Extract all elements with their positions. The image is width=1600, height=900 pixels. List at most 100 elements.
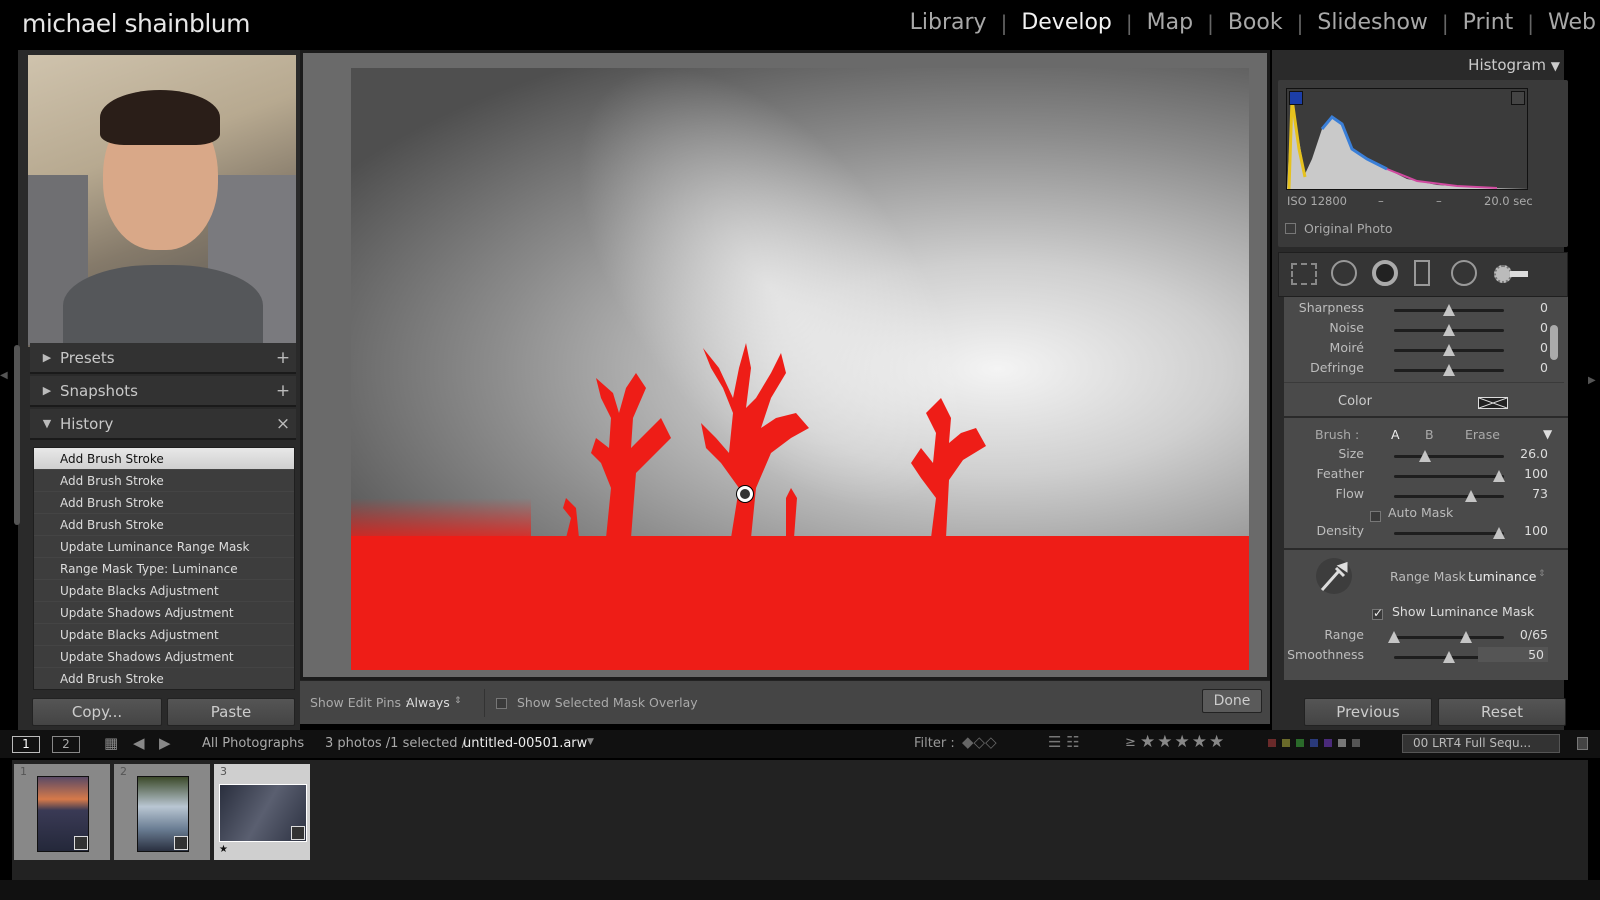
copy-button[interactable]: Copy... <box>32 698 162 726</box>
slider-value[interactable]: 0 <box>1478 300 1548 315</box>
spot-removal-icon[interactable] <box>1331 260 1357 286</box>
module-print[interactable]: Print <box>1449 10 1528 35</box>
edit-pin-icon[interactable] <box>737 486 753 502</box>
module-web[interactable]: Web <box>1534 10 1600 35</box>
histogram-graph[interactable] <box>1286 88 1529 190</box>
history-item[interactable]: Add Brush Stroke <box>34 492 294 514</box>
history-item[interactable]: Add Brush Stroke <box>34 514 294 536</box>
add-snapshot-icon[interactable]: + <box>270 381 296 401</box>
slider-value[interactable]: 73 <box>1478 486 1548 501</box>
rating-filter-stars[interactable]: ★★★★★ <box>1140 732 1226 752</box>
slider-thumb[interactable] <box>1443 304 1455 316</box>
slider-feather: Feather 100 <box>1284 466 1564 486</box>
slider-smoothness: Smoothness 50 <box>1284 647 1564 667</box>
slider-thumb[interactable] <box>1418 450 1431 462</box>
left-panel-toggle-icon[interactable]: ◀ <box>0 370 8 390</box>
slider-value[interactable]: 100 <box>1478 523 1548 538</box>
identity-plate: michael shainblum <box>22 9 250 38</box>
filter-preset-select[interactable]: 00 LRT4 Full Sequ... <box>1402 734 1560 753</box>
done-button[interactable]: Done <box>1202 689 1262 713</box>
history-item[interactable]: Add Brush Stroke <box>34 470 294 492</box>
paste-button[interactable]: Paste <box>167 698 295 726</box>
edit-filter-icon[interactable]: ☰ ☷ <box>1048 733 1080 751</box>
history-item[interactable]: Update Shadows Adjustment <box>34 602 294 624</box>
module-map[interactable]: Map <box>1133 10 1207 35</box>
original-photo-checkbox[interactable] <box>1285 221 1296 235</box>
filmstrip-thumbnail-selected[interactable]: 3 ★ <box>214 764 310 860</box>
previous-button[interactable]: Previous <box>1304 698 1432 726</box>
color-label-filters[interactable] <box>1268 739 1372 749</box>
slider-value[interactable]: 0 <box>1478 360 1548 375</box>
module-picker: Library | Develop | Map | Book | Slideshow | … <box>896 10 1600 35</box>
reset-button[interactable]: Reset <box>1438 698 1566 726</box>
auto-mask-checkbox[interactable] <box>1370 506 1381 525</box>
history-panel-header[interactable]: ▼ History × <box>30 409 296 440</box>
filter-lock-icon[interactable] <box>1577 737 1588 750</box>
brush-erase-tab[interactable]: Erase <box>1465 427 1500 442</box>
secondary-window-button[interactable]: 2 <box>52 736 80 753</box>
slider-value[interactable]: 50 <box>1478 647 1548 662</box>
history-item[interactable]: Update Luminance Range Mask <box>34 536 294 558</box>
right-panel-toggle-icon[interactable]: ▶ <box>1588 375 1596 386</box>
slider-thumb[interactable] <box>1443 364 1455 376</box>
slider-value[interactable]: 0 <box>1478 320 1548 335</box>
history-item[interactable]: Update Blacks Adjustment <box>34 624 294 646</box>
back-arrow-icon[interactable]: ◀ <box>133 734 145 752</box>
brush-collapse-icon[interactable]: ▼ <box>1543 427 1552 441</box>
module-library[interactable]: Library <box>896 10 1001 35</box>
flag-filters-icon[interactable]: ◆◇◇ <box>962 733 997 751</box>
develop-badge-icon <box>174 836 188 850</box>
snapshots-panel-header[interactable]: ▶ Snapshots + <box>30 376 296 407</box>
mask-overlay-checkbox[interactable] <box>496 695 507 710</box>
slider-label: Noise <box>1329 320 1364 335</box>
crop-overlay-icon[interactable] <box>1291 263 1317 285</box>
source-label[interactable]: All Photographs <box>202 736 304 751</box>
add-preset-icon[interactable]: + <box>270 348 296 368</box>
radial-filter-icon[interactable] <box>1451 260 1477 286</box>
slider-thumb[interactable] <box>1465 490 1477 502</box>
forward-arrow-icon[interactable]: ▶ <box>159 734 171 752</box>
filename[interactable]: untitled-00501.arw <box>463 736 587 751</box>
histogram-header[interactable]: Histogram ▼ <box>1280 50 1570 80</box>
history-item[interactable]: Add Brush Stroke <box>34 668 294 689</box>
grid-view-icon[interactable]: ▦ <box>104 734 118 752</box>
history-item[interactable]: Update Blacks Adjustment <box>34 580 294 602</box>
brush-b-tab[interactable]: B <box>1425 427 1434 442</box>
module-develop[interactable]: Develop <box>1007 10 1126 35</box>
range-mask-select[interactable]: Luminance <box>1468 569 1536 584</box>
filmstrip-thumbnail[interactable]: 2 <box>114 764 210 860</box>
shadow-clipping-icon[interactable] <box>1289 91 1303 105</box>
module-book[interactable]: Book <box>1214 10 1297 35</box>
left-scrollbar[interactable] <box>14 345 20 525</box>
slider-label: Density <box>1316 523 1364 538</box>
brush-a-tab[interactable]: A <box>1391 427 1400 442</box>
presets-panel-header[interactable]: ▶ Presets + <box>30 343 296 374</box>
show-luminance-mask-checkbox[interactable]: ✓ <box>1372 604 1383 623</box>
slider-thumb[interactable] <box>1443 651 1455 663</box>
highlight-clipping-icon[interactable] <box>1511 91 1525 105</box>
filmstrip-thumbnail[interactable]: 1 <box>14 764 110 860</box>
select-arrows-icon: ⇕ <box>454 696 462 706</box>
edit-pins-select[interactable]: Always <box>406 695 450 710</box>
slider-value[interactable]: 0 <box>1478 340 1548 355</box>
module-slideshow[interactable]: Slideshow <box>1303 10 1442 35</box>
develop-badge-icon <box>291 826 305 840</box>
slider-thumb[interactable] <box>1443 344 1455 356</box>
slider-thumb[interactable] <box>1443 324 1455 336</box>
slider-flow: Flow 73 <box>1284 486 1564 506</box>
clear-history-icon[interactable]: × <box>270 414 296 434</box>
range-high-thumb[interactable] <box>1459 631 1472 643</box>
history-item[interactable]: Add Brush Stroke <box>34 448 294 470</box>
adjustment-brush-icon[interactable] <box>1494 265 1528 283</box>
red-eye-icon[interactable] <box>1372 260 1398 286</box>
primary-window-button[interactable]: 1 <box>12 736 40 753</box>
slider-value[interactable]: 26.0 <box>1478 446 1548 461</box>
range-low-thumb[interactable] <box>1388 631 1400 643</box>
graduated-filter-icon[interactable] <box>1414 260 1430 286</box>
history-item[interactable]: Range Mask Type: Luminance <box>34 558 294 580</box>
history-item[interactable]: Update Shadows Adjustment <box>34 646 294 668</box>
eyedropper-icon[interactable] <box>1316 558 1352 594</box>
color-swatch[interactable] <box>1478 397 1508 409</box>
slider-value[interactable]: 100 <box>1478 466 1548 481</box>
photo-with-luminance-mask[interactable] <box>351 68 1249 670</box>
